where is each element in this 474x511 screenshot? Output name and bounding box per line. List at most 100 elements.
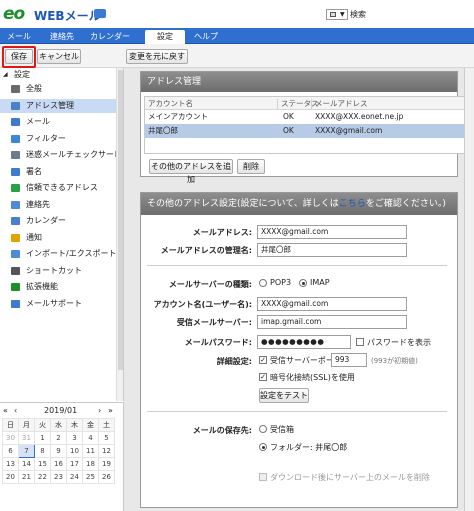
show-password-checkbox[interactable] xyxy=(356,338,364,346)
sidebar-item[interactable]: 全般 xyxy=(0,82,122,96)
calendar-day[interactable]: 3 xyxy=(66,431,83,445)
cancel-button[interactable]: キャンセル xyxy=(37,49,81,64)
account-field[interactable]: XXXX@gmail.com xyxy=(257,297,407,311)
delete-after-download-label: ダウンロード後にサーバー上のメールを削除 xyxy=(270,473,430,482)
calendar-day[interactable]: 7 xyxy=(18,444,35,458)
nav-tab-settings[interactable]: 設定 xyxy=(145,30,185,44)
calendar-day[interactable]: 14 xyxy=(18,457,35,471)
calendar-day[interactable]: 6 xyxy=(2,444,19,458)
save-button[interactable]: 保存 xyxy=(5,49,33,64)
calendar-day[interactable]: 4 xyxy=(82,431,99,445)
calendar-day[interactable]: 22 xyxy=(34,470,51,484)
col-email[interactable]: メールアドレス xyxy=(315,97,368,110)
sidebar-scrollbar[interactable] xyxy=(116,68,123,401)
sidebar-item[interactable]: 信頼できるアドレス xyxy=(0,181,122,195)
sidebar-item[interactable]: 連絡先 xyxy=(0,198,122,212)
sidebar-item[interactable]: 迷惑メールチェックサービス xyxy=(0,148,123,162)
ssl-checkbox[interactable] xyxy=(259,373,267,381)
inbox-radio[interactable] xyxy=(259,425,267,433)
pop3-radio[interactable] xyxy=(259,279,267,287)
email-field[interactable]: XXXX@gmail.com xyxy=(257,225,407,239)
calendar-day[interactable]: 5 xyxy=(98,431,115,445)
calendar-day[interactable]: 23 xyxy=(50,470,67,484)
nav-tab-help[interactable]: ヘルプ xyxy=(190,30,222,44)
port-field[interactable]: 993 xyxy=(331,353,367,367)
calendar-day[interactable]: 1 xyxy=(34,431,51,445)
revert-button[interactable]: 変更を元に戻す xyxy=(126,49,188,64)
sidebar-item[interactable]: 署名 xyxy=(0,165,122,179)
sidebar-item-label: 全般 xyxy=(26,84,42,93)
search-button[interactable]: 検索 xyxy=(350,9,366,20)
calendar-day[interactable]: 15 xyxy=(34,457,51,471)
details-link[interactable]: こちら xyxy=(339,199,366,209)
folder-radio[interactable] xyxy=(259,443,267,451)
password-field[interactable]: ●●●●●●●●● xyxy=(257,335,351,349)
calendar-day[interactable]: 18 xyxy=(82,457,99,471)
sidebar-scroll-thumb[interactable] xyxy=(118,70,123,370)
sidebar-item[interactable]: 拡張機能 xyxy=(0,280,122,294)
calendar-day[interactable]: 20 xyxy=(2,470,19,484)
settings-main: アドレス管理 アカウント名 ステータス メールアドレス メインアカウント OK … xyxy=(124,68,474,511)
extension-icon xyxy=(11,283,20,291)
sidebar-item-label: 連絡先 xyxy=(26,199,50,209)
prev-year-icon[interactable]: « xyxy=(3,405,8,416)
sidebar-item[interactable]: インポート/エクスポート xyxy=(0,247,122,261)
sidebar-item[interactable]: 通知 xyxy=(0,231,122,245)
incoming-server-field[interactable]: imap.gmail.com xyxy=(257,315,407,329)
calendar-day[interactable]: 16 xyxy=(50,457,67,471)
calendar-day[interactable]: 24 xyxy=(66,470,83,484)
sidebar-item[interactable]: メールサポート xyxy=(0,297,122,311)
folder-label: フォルダー: 井尾〇郎 xyxy=(270,443,348,452)
show-password-label: パスワードを表示 xyxy=(367,338,431,347)
main-scrollbar[interactable] xyxy=(464,68,474,511)
col-status[interactable]: ステータス xyxy=(281,97,319,110)
weekday-header: 火 xyxy=(34,418,51,432)
calendar-day[interactable]: 9 xyxy=(50,444,67,458)
calendar-day[interactable]: 2 xyxy=(50,431,67,445)
sidebar-item[interactable]: ショートカット xyxy=(0,264,122,278)
table-row[interactable]: メインアカウント OK XXXX@XXX.eonet.ne.jp xyxy=(145,110,474,124)
nav-tab-mail[interactable]: メール xyxy=(2,30,36,44)
col-account[interactable]: アカウント名 xyxy=(148,97,193,110)
next-year-icon[interactable]: » xyxy=(108,405,113,416)
table-row[interactable]: 井尾〇郎 OK XXXX@gmail.com xyxy=(145,124,474,138)
nav-tab-calendar[interactable]: カレンダー xyxy=(86,30,134,44)
calendar-day[interactable]: 10 xyxy=(66,444,83,458)
next-month-icon[interactable]: › xyxy=(98,405,101,416)
sidebar-item-label: カレンダー xyxy=(26,216,66,225)
calendar-day[interactable]: 30 xyxy=(2,431,19,445)
test-settings-button[interactable]: 設定をテスト xyxy=(259,388,309,403)
sidebar-item[interactable]: カレンダー xyxy=(0,214,122,228)
imap-radio[interactable] xyxy=(299,279,307,287)
calendar-day[interactable]: 21 xyxy=(18,470,35,484)
calendar-day[interactable]: 31 xyxy=(18,431,35,445)
webmail-app: { "header": {"logo_mark": "eo", "logo_te… xyxy=(0,0,474,511)
save-to-label: メールの保存先: xyxy=(192,426,252,435)
calendar-day[interactable]: 26 xyxy=(98,470,115,484)
calendar-day[interactable]: 19 xyxy=(98,457,115,471)
sidebar-item[interactable]: アドレス管理 xyxy=(0,98,122,113)
weekday-header: 日 xyxy=(2,418,19,432)
calendar-day[interactable]: 11 xyxy=(82,444,99,458)
sidebar-item[interactable]: フィルター xyxy=(0,132,122,146)
add-address-button[interactable]: その他のアドレスを追加 xyxy=(149,159,233,184)
sidebar-item-label: メール xyxy=(26,117,50,126)
sender-name-field[interactable]: 井尾〇郎 xyxy=(257,243,407,257)
nav-tab-contacts[interactable]: 連絡先 xyxy=(44,30,80,44)
email-label: メールアドレス: xyxy=(192,228,252,237)
search-scope-select[interactable]: ▼ xyxy=(326,9,348,20)
calendar-day[interactable]: 13 xyxy=(2,457,19,471)
calendar-day[interactable]: 25 xyxy=(82,470,99,484)
port-change-checkbox[interactable] xyxy=(259,356,267,364)
calendar-day[interactable]: 17 xyxy=(66,457,83,471)
calendar-day[interactable]: 8 xyxy=(34,444,51,458)
sidebar-item[interactable]: メール xyxy=(0,115,122,129)
sidebar-root-label: 設定 xyxy=(14,70,30,79)
sidebar-item-label: ショートカット xyxy=(26,265,82,275)
delete-after-download-checkbox[interactable] xyxy=(259,473,267,481)
envelope-logo-icon xyxy=(94,9,106,18)
weekday-header: 土 xyxy=(98,418,115,432)
delete-address-button[interactable]: 削除 xyxy=(237,159,265,174)
prev-month-icon[interactable]: ‹ xyxy=(14,405,17,416)
calendar-day[interactable]: 12 xyxy=(98,444,115,458)
